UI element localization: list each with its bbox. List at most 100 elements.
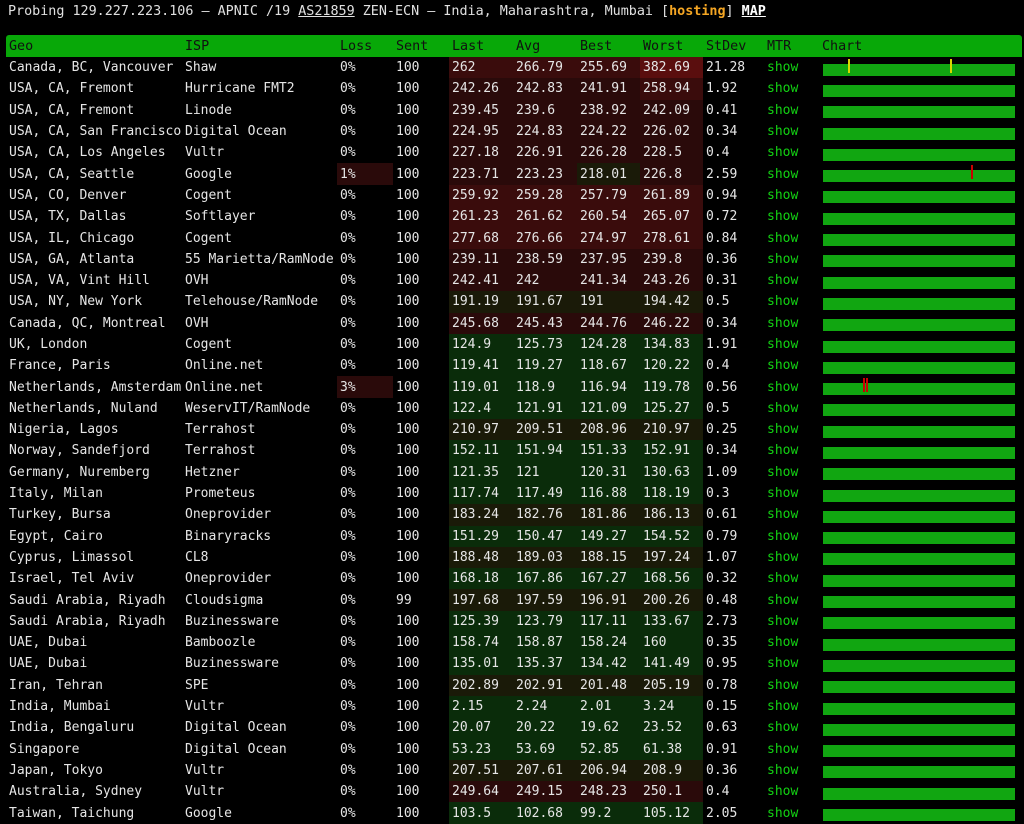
mtr-show-link[interactable]: show: [764, 717, 819, 738]
cell-avg: 259.28: [513, 184, 577, 207]
mtr-show-link[interactable]: show: [764, 270, 819, 291]
mtr-show-link[interactable]: show: [764, 760, 819, 781]
cell-loss: 0%: [340, 102, 356, 118]
table-header-row: Geo ISP Loss Sent Last Avg Best Worst StDev MTR Ch…: [6, 35, 1022, 57]
cell-avg: 151.94: [513, 440, 577, 462]
table-row: Saudi Arabia, Riyadh Cloudsigma 0% 99 197.68…: [6, 589, 1022, 611]
table-row: Germany, Nuremberg Hetzner 0% 100 121.35 121 1…: [6, 461, 1022, 483]
mtr-show-link[interactable]: show: [764, 376, 819, 397]
mtr-show-link[interactable]: show: [764, 462, 819, 483]
mtr-show-link[interactable]: show: [764, 206, 819, 227]
asn-link[interactable]: AS21859: [298, 4, 354, 19]
cell-loss: 0%: [340, 209, 356, 225]
table-row: Norway, Sandefjord Terrahost 0% 100 152.11 15…: [6, 440, 1022, 462]
cell-geo: USA, CA, San Francisco: [9, 124, 182, 140]
mtr-show-link[interactable]: show: [764, 675, 819, 696]
mtr-show-link[interactable]: show: [764, 57, 819, 78]
cell-stdev: 0.56: [706, 379, 738, 395]
cell-worst: 261.89: [640, 184, 703, 207]
latency-bar: [823, 165, 1015, 183]
mtr-show-link[interactable]: show: [764, 589, 819, 610]
cell-loss: 0%: [340, 230, 356, 246]
column-header-last: Last: [449, 35, 513, 57]
cell-stdev: 0.36: [706, 251, 738, 267]
mtr-show-link[interactable]: show: [764, 696, 819, 717]
table-row: Israel, Tel Aviv Oneprovider 0% 100 168.18 16…: [6, 568, 1022, 590]
map-link[interactable]: MAP: [742, 4, 766, 19]
cell-best: 201.48: [577, 674, 640, 696]
mtr-show-link[interactable]: show: [764, 121, 819, 142]
latency-bar: [823, 489, 1015, 502]
cell-isp: Online.net: [185, 358, 264, 374]
cell-isp: Vultr: [185, 699, 225, 715]
cell-isp: Softlayer: [185, 209, 256, 225]
cell-isp: Digital Ocean: [185, 741, 287, 757]
cell-isp: Telehouse/RamNode: [185, 294, 319, 310]
mtr-show-link[interactable]: show: [764, 185, 819, 206]
cell-last: 122.4: [449, 397, 513, 420]
cell-isp: Linode: [185, 102, 232, 118]
mtr-show-link[interactable]: show: [764, 526, 819, 547]
cell-isp: Digital Ocean: [185, 720, 287, 736]
mtr-show-link[interactable]: show: [764, 611, 819, 632]
mtr-show-link[interactable]: show: [764, 78, 819, 99]
cell-loss: 0%: [340, 592, 356, 608]
mtr-show-link[interactable]: show: [764, 802, 819, 823]
mtr-show-link[interactable]: show: [764, 163, 819, 184]
table-row: USA, VA, Vint Hill OVH 0% 100 242.41 242 241.3…: [6, 269, 1022, 292]
mtr-show-link[interactable]: show: [764, 355, 819, 376]
cell-geo: USA, CA, Los Angeles: [9, 145, 166, 161]
cell-stdev: 21.28: [706, 60, 746, 76]
cell-last: 168.18: [449, 568, 513, 590]
cell-last: 239.11: [449, 248, 513, 270]
cell-isp: Digital Ocean: [185, 124, 287, 140]
mtr-show-link[interactable]: show: [764, 653, 819, 674]
latency-spike-marker: [847, 58, 850, 73]
mtr-show-link[interactable]: show: [764, 227, 819, 248]
cell-avg: 249.15: [513, 781, 577, 803]
cell-chart: [819, 57, 1022, 78]
cell-worst: 154.52: [640, 525, 703, 547]
cell-sent: 100: [396, 507, 420, 523]
mtr-show-link[interactable]: show: [764, 568, 819, 589]
mtr-show-link[interactable]: show: [764, 334, 819, 355]
mtr-show-link[interactable]: show: [764, 483, 819, 504]
mtr-show-link[interactable]: show: [764, 313, 819, 334]
mtr-show-link[interactable]: show: [764, 440, 819, 461]
cell-worst: 141.49: [640, 653, 703, 675]
cell-sent: 100: [396, 145, 420, 161]
mtr-show-link[interactable]: show: [764, 739, 819, 760]
table-row: UK, London Cogent 0% 100 124.9 125.73 124.28 13…: [6, 333, 1022, 356]
cell-worst: 3.24: [640, 695, 703, 718]
table-body: Canada, BC, Vancouver Shaw 0% 100 262 266.79 2…: [6, 57, 1022, 824]
cell-worst: 133.67: [640, 610, 703, 633]
mtr-show-link[interactable]: show: [764, 632, 819, 653]
cell-last: 202.89: [449, 674, 513, 696]
latency-bar: [823, 574, 1015, 587]
cell-worst: 125.27: [640, 397, 703, 420]
latency-bar: [823, 340, 1015, 353]
mtr-show-link[interactable]: show: [764, 504, 819, 525]
mtr-show-link[interactable]: show: [764, 547, 819, 568]
mtr-show-link[interactable]: show: [764, 100, 819, 121]
cell-worst: 226.8: [640, 163, 703, 185]
cell-best: 260.54: [577, 206, 640, 228]
mtr-show-link[interactable]: show: [764, 781, 819, 802]
mtr-show-link[interactable]: show: [764, 291, 819, 312]
cell-geo: Norway, Sandefjord: [9, 443, 150, 459]
table-row: USA, CA, Fremont Hurricane FMT2 0% 100 242.2…: [6, 78, 1022, 100]
mtr-show-link[interactable]: show: [764, 398, 819, 419]
cell-sent: 100: [396, 699, 420, 715]
mtr-show-link[interactable]: show: [764, 419, 819, 440]
column-header-best: Best: [577, 35, 640, 57]
cell-chart: [819, 653, 1022, 674]
mtr-show-link[interactable]: show: [764, 142, 819, 163]
latency-bar: [823, 127, 1015, 140]
cell-best: 237.95: [577, 248, 640, 270]
cell-worst: 243.26: [640, 269, 703, 292]
latency-bar: [823, 787, 1015, 800]
mtr-show-link[interactable]: show: [764, 249, 819, 270]
cell-avg: 53.69: [513, 738, 577, 760]
cell-last: 103.5: [449, 802, 513, 824]
cell-sent: 100: [396, 443, 420, 459]
